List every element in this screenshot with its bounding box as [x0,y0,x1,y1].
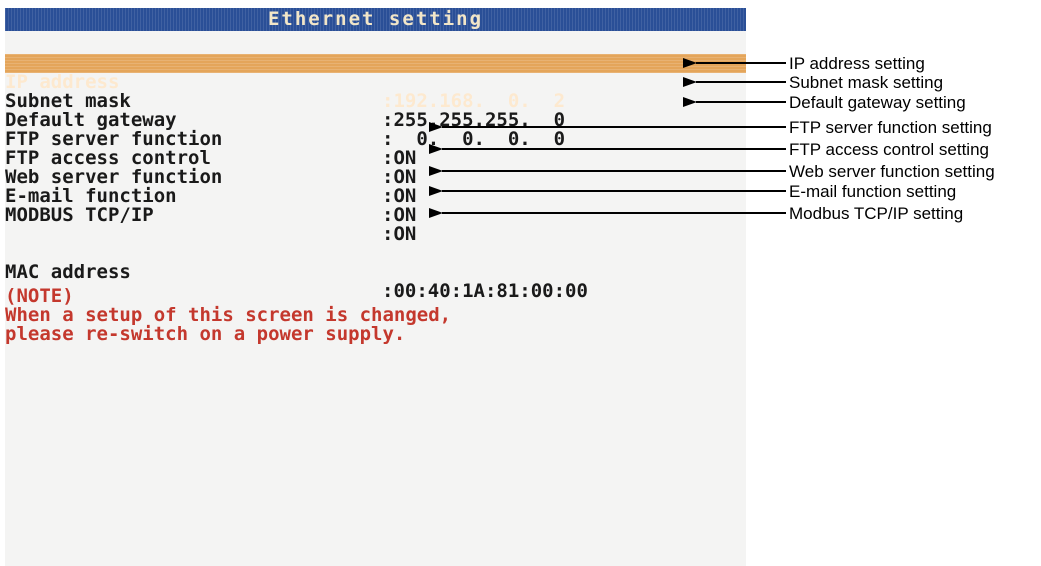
callout-email-function: E-mail function setting [789,182,957,201]
callout-ip-address: IP address setting [789,54,925,73]
callout-subnet-mask: Subnet mask setting [789,73,944,92]
callout-ftp-access-control: FTP access control setting [789,140,989,159]
callout-default-gateway: Default gateway setting [789,93,966,112]
callout-ftp-server-function: FTP server function setting [789,118,992,137]
callout-web-server-function: Web server function setting [789,162,995,181]
callout-modbus-tcp-ip: Modbus TCP/IP setting [789,204,964,223]
